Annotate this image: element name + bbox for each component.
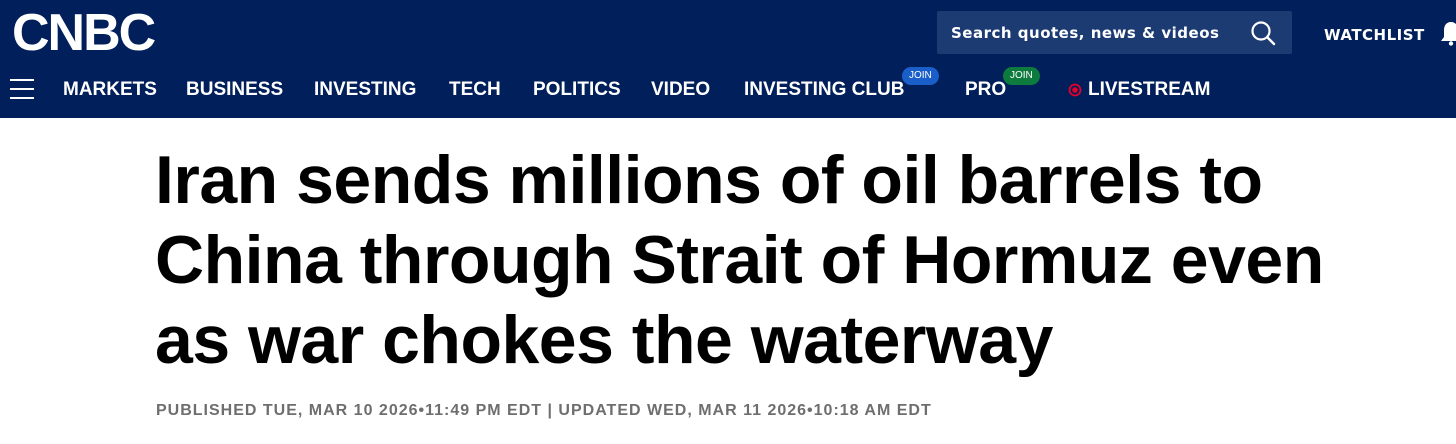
nav-item-investing[interactable]: INVESTING — [314, 78, 416, 102]
nav-item-markets[interactable]: MARKETS — [63, 78, 157, 102]
search-icon[interactable] — [1250, 20, 1276, 46]
watchlist-link[interactable]: WATCHLIST — [1324, 26, 1425, 44]
headline-line: as war chokes the waterway — [155, 302, 1053, 378]
search-input[interactable]: Search quotes, news & videos — [937, 11, 1292, 54]
main-nav: MARKETS BUSINESS INVESTING TECH POLITICS… — [0, 78, 1456, 102]
nav-item-tech[interactable]: TECH — [449, 78, 501, 102]
search-placeholder: Search quotes, news & videos — [951, 23, 1220, 42]
nav-item-investing-club[interactable]: INVESTING CLUB — [744, 78, 904, 102]
nav-item-pro[interactable]: PRO — [965, 78, 1006, 102]
investing-club-join-badge[interactable]: JOIN — [902, 67, 939, 85]
headline-line: China through Strait of Hormuz even — [155, 222, 1324, 298]
article-headline: Iran sends millions of oil barrels to Ch… — [155, 140, 1456, 380]
nav-item-livestream[interactable]: LIVESTREAM — [1088, 78, 1210, 102]
site-header: CNBC Search quotes, news & videos WATCHL… — [0, 0, 1456, 118]
pro-join-badge[interactable]: JOIN — [1003, 67, 1040, 85]
article-timestamp: PUBLISHED TUE, MAR 10 2026•11:49 PM EDT … — [156, 402, 932, 419]
bell-icon[interactable] — [1440, 20, 1456, 46]
nav-item-business[interactable]: BUSINESS — [186, 78, 283, 102]
nav-item-video[interactable]: VIDEO — [651, 78, 710, 102]
nav-item-politics[interactable]: POLITICS — [533, 78, 621, 102]
cnbc-logo[interactable]: CNBC — [10, 4, 156, 62]
logo-text: CNBC — [12, 4, 156, 62]
live-dot-icon — [1068, 83, 1082, 97]
headline-line: Iran sends millions of oil barrels to — [155, 142, 1263, 218]
